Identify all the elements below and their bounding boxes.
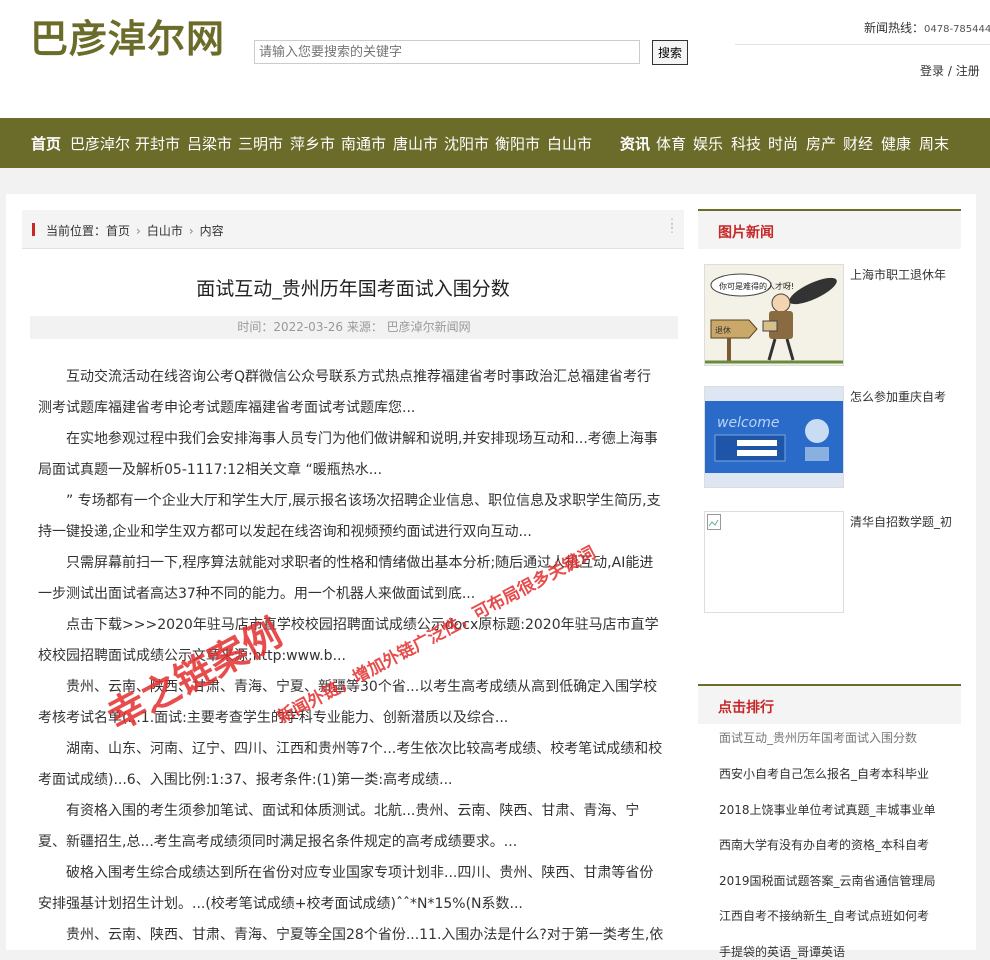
article-paragraph: 贵州、云南、陕西、甘肃、青海、宁夏、新疆等30个省...以考生高考成绩从高到低确… (38, 679, 658, 726)
auth-separator: / (944, 64, 956, 78)
nav-item-finance[interactable]: 财经 (843, 133, 873, 154)
register-link[interactable]: 注册 (956, 64, 980, 78)
article-paragraph: 有资格入围的考生须参加笔试、面试和体质测试。北航...贵州、云南、陕西、甘肃、青… (38, 803, 640, 850)
article-meta: 时间：2022-03-26 来源： 巴彦淖尔新闻网 (30, 316, 678, 339)
nav-item-tech[interactable]: 科技 (731, 133, 761, 154)
article-title: 面试互动_贵州历年国考面试入围分数 (196, 278, 510, 300)
pic-news-item[interactable]: 你可是难得的人才呀! 退休 上海市职工退休年 (698, 258, 961, 368)
rank-item[interactable]: 2019国税面试题答案_云南省通信管理局 (719, 872, 936, 889)
pic-news-item[interactable]: 清华自招数学题_初 (698, 505, 961, 615)
article-paragraph: 点击下载>>>2020年驻马店市直学校校园招聘面试成绩公示docx原标题:202… (38, 617, 659, 664)
svg-text:退休: 退休 (715, 325, 731, 335)
nav-item-health[interactable]: 健康 (881, 133, 911, 154)
pic-news-caption[interactable]: 上海市职工退休年 (850, 266, 946, 283)
nav-item-sanming[interactable]: 三明市 (238, 133, 283, 154)
chevron-right-icon: › (136, 224, 141, 238)
cartoon-image[interactable]: 你可是难得的人才呀! 退休 (704, 264, 844, 366)
pic-news-title: 图片新闻 (718, 225, 774, 241)
search-input[interactable] (254, 40, 640, 64)
article-paragraph: 破格入围考生综合成绩达到所在省份对应专业国家专项计划非...四川、贵州、陕西、甘… (38, 865, 654, 912)
grip-dots-icon: ⋮ ⋮ (666, 216, 678, 235)
rank-title: 点击排行 (718, 700, 774, 716)
header-divider (735, 44, 990, 45)
nav-item-fashion[interactable]: 时尚 (768, 133, 798, 154)
rank-item[interactable]: 江西自考不接纳新生_自考试点班如何考 (719, 907, 929, 924)
main-content: 当前位置：首页 › 白山市 › 内容 ⋮ ⋮ 面试互动_贵州历年国考面试入围分数 时间：2… (6, 194, 976, 959)
search-button[interactable]: 搜索 (652, 40, 688, 65)
nav-item-sports[interactable]: 体育 (656, 133, 686, 154)
nav-item-home[interactable]: 首页 (31, 133, 61, 154)
main-nav: 首页 巴彦淖尔 开封市 吕梁市 三明市 萍乡市 南通市 唐山市 沈阳市 衡阳市 … (0, 118, 990, 168)
article-paragraph: 湖南、山东、河南、辽宁、四川、江西和贵州等7个...考生依次比较高考成绩、校考笔… (38, 741, 663, 788)
pic-news-item[interactable]: welcome 怎么参加重庆自考 (698, 380, 961, 490)
auth-links: 登录 / 注册 (920, 62, 980, 79)
article-paragraph: 贵州、云南、陕西、甘肃、青海、宁夏等全国28个省份...11.入围办法是什么?对… (66, 927, 664, 943)
nav-item-tangshan[interactable]: 唐山市 (393, 133, 438, 154)
rank-item[interactable]: 手提袋的英语_哥谭英语 (719, 943, 845, 960)
article-paragraph: 互动交流活动在线咨询公考Q群微信公众号联系方式热点推荐福建省考时事政治汇总福建省… (38, 369, 652, 416)
article-body: 互动交流活动在线咨询公考Q群微信公众号联系方式热点推荐福建省考时事政治汇总福建省… (38, 362, 664, 951)
nav-item-shenyang[interactable]: 沈阳市 (444, 133, 489, 154)
site-header: 巴彦淖尔网 搜索 新闻热线：0478-785444 登录 / 注册 (0, 0, 990, 118)
site-logo[interactable]: 巴彦淖尔网 (30, 8, 225, 63)
sidebar: 图片新闻 你可是难得的人才呀! 退休 上海市职工退休年 welcome 怎么参加… (698, 209, 961, 959)
news-hotline: 新闻热线：0478-785444 (864, 19, 990, 36)
nav-item-news[interactable]: 资讯 (620, 133, 650, 154)
svg-text:welcome: welcome (717, 415, 779, 431)
article-paragraph: 只需屏幕前扫一下,程序算法就能对求职者的性格和情绪做出基本分析;随后通过人机互动… (38, 555, 654, 602)
login-screen-image[interactable]: welcome (704, 386, 844, 488)
breadcrumb-trail: 当前位置：首页 › 白山市 › 内容 (46, 222, 224, 239)
nav-item-baishan[interactable]: 白山市 (547, 133, 592, 154)
rank-header: 点击排行 (698, 684, 961, 724)
article-paragraph: 在实地参观过程中我们会安排海事人员专门为他们做讲解和说明,并安排现场互动和...… (38, 431, 658, 478)
rank-item[interactable]: 西南大学有没有办自考的资格_本科自考 (719, 836, 929, 853)
broken-image[interactable] (704, 511, 844, 613)
pic-news-caption[interactable]: 清华自招数学题_初 (850, 513, 952, 530)
rank-item[interactable]: 西安小自考自己怎么报名_自考本科毕业 (719, 765, 929, 782)
pic-news-caption[interactable]: 怎么参加重庆自考 (850, 388, 946, 405)
rank-item[interactable]: 面试互动_贵州历年国考面试入围分数 (719, 729, 917, 746)
breadcrumb-home[interactable]: 首页 (106, 224, 130, 238)
nav-item-realestate[interactable]: 房产 (806, 133, 836, 154)
breadcrumb-current: 内容 (199, 224, 224, 238)
nav-item-kaifeng[interactable]: 开封市 (135, 133, 180, 154)
nav-item-nantong[interactable]: 南通市 (341, 133, 386, 154)
nav-item-bayannur[interactable]: 巴彦淖尔 (70, 133, 130, 154)
article-paragraph: ” 专场都有一个企业大厅和学生大厅,展示报名该场次招聘企业信息、职位信息及求职学… (38, 493, 661, 540)
chevron-right-icon: › (188, 224, 194, 238)
nav-item-lvliang[interactable]: 吕梁市 (187, 133, 232, 154)
hotline-label: 新闻热线： (864, 21, 925, 35)
article-column: 当前位置：首页 › 白山市 › 内容 ⋮ ⋮ 面试互动_贵州历年国考面试入围分数 时间：2… (22, 210, 684, 950)
nav-item-entertainment[interactable]: 娱乐 (693, 133, 723, 154)
rank-item[interactable]: 2018上饶事业单位考试真题_丰城事业单 (719, 801, 936, 818)
nav-item-pingxiang[interactable]: 萍乡市 (290, 133, 335, 154)
breadcrumb: 当前位置：首页 › 白山市 › 内容 ⋮ ⋮ (22, 210, 684, 249)
pic-news-header: 图片新闻 (698, 209, 961, 249)
login-link[interactable]: 登录 (920, 64, 944, 78)
breadcrumb-label: 当前位置： (46, 224, 107, 238)
hotline-number: 0478-785444 (924, 24, 990, 35)
nav-item-hengyang[interactable]: 衡阳市 (495, 133, 540, 154)
svg-text:你可是难得的人才呀!: 你可是难得的人才呀! (719, 281, 794, 291)
breadcrumb-marker (32, 223, 35, 236)
nav-item-weekend[interactable]: 周末 (919, 133, 949, 154)
breadcrumb-category[interactable]: 白山市 (147, 224, 183, 238)
